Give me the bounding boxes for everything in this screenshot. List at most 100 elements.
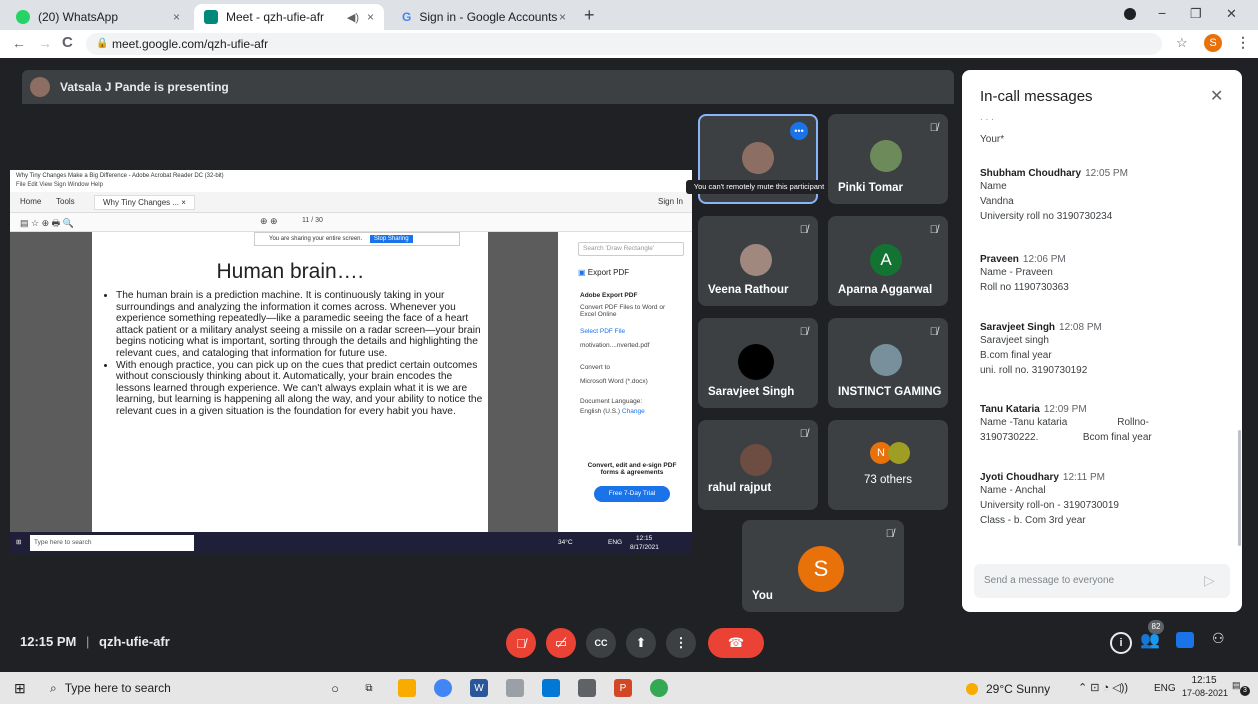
- system-tray-icons[interactable]: ⌃ ⊡ ◔ ◁)): [1078, 681, 1128, 694]
- chrome-icon[interactable]: [434, 679, 452, 697]
- message-time: 12:09 PM: [1043, 404, 1087, 415]
- task-view-icon[interactable]: ⧉: [360, 679, 378, 697]
- shared-taskbar: ⊞ Type here to search 34°C ENG 12:15 8/1…: [10, 532, 692, 554]
- activities-icon[interactable]: ⚇: [1212, 630, 1225, 647]
- browser-toolbar: ← → C 🔒 meet.google.com/qzh-ufie-afr ☆ S…: [0, 30, 1258, 59]
- record-icon[interactable]: [1124, 8, 1136, 20]
- participant-tile-pinki-tomar[interactable]: 🎙̸ Pinki Tomar: [828, 114, 948, 204]
- close-tab-icon[interactable]: ×: [559, 10, 566, 24]
- mic-toggle-button[interactable]: 🎙̸: [506, 628, 536, 658]
- captions-button[interactable]: CC: [586, 628, 616, 658]
- participant-tile-rahul-rajput[interactable]: 🎙̸ rahul rajput: [698, 420, 818, 510]
- close-chat-button[interactable]: ✕: [1210, 86, 1223, 106]
- participant-tile-you[interactable]: S 🎙̸ You: [742, 520, 904, 612]
- free-trial-button[interactable]: Free 7-Day Trial: [594, 486, 670, 502]
- address-bar[interactable]: 🔒 meet.google.com/qzh-ufie-afr: [86, 33, 1162, 55]
- leave-call-button[interactable]: ☎: [708, 628, 764, 658]
- chrome-profile-icon[interactable]: [650, 679, 668, 697]
- back-icon[interactable]: ←: [12, 35, 26, 51]
- chat-icon[interactable]: [1176, 632, 1194, 648]
- participant-tile-instinct-gaming[interactable]: 🎙̸ INSTINCT GAMING: [828, 318, 948, 408]
- change-language-link[interactable]: Change: [622, 408, 645, 415]
- windows-start-icon[interactable]: ⊞: [14, 680, 26, 697]
- new-tab-button[interactable]: +: [584, 5, 595, 26]
- star-icon[interactable]: ☆: [1176, 35, 1188, 51]
- notification-center-icon[interactable]: ▤ 3: [1232, 680, 1250, 696]
- cortana-icon[interactable]: ○: [326, 679, 344, 697]
- tab-google-signin[interactable]: G Sign in - Google Accounts ×: [392, 4, 576, 30]
- participant-tile-aparna-aggarwal[interactable]: A 🎙̸ Aparna Aggarwal: [828, 216, 948, 306]
- present-button[interactable]: ⬆: [626, 628, 656, 658]
- tool-search-input[interactable]: Search 'Draw Rectangle': [578, 242, 684, 256]
- file-explorer-icon[interactable]: [398, 679, 416, 697]
- chat-input-box[interactable]: Send a message to everyone ▷: [974, 564, 1230, 598]
- more-options-button[interactable]: ⋮: [666, 628, 696, 658]
- mic-off-icon: 🎙̸: [929, 122, 938, 134]
- acrobat-tab-home[interactable]: Home: [20, 197, 41, 206]
- input-language[interactable]: ENG: [1154, 683, 1176, 694]
- close-tab-icon[interactable]: ×: [367, 10, 374, 24]
- weather-text[interactable]: 29°C Sunny: [986, 682, 1050, 696]
- start-icon[interactable]: ⊞: [16, 538, 21, 546]
- participant-tile-veena-rathour[interactable]: 🎙̸ Veena Rathour: [698, 216, 818, 306]
- speaker-icon[interactable]: ◀): [347, 11, 359, 24]
- calculator-icon[interactable]: [542, 679, 560, 697]
- clock-date[interactable]: 17-08-2021: [1176, 688, 1234, 698]
- app-icon[interactable]: [506, 679, 524, 697]
- stop-sharing-button[interactable]: Stop Sharing: [369, 235, 413, 243]
- tab-title: Sign in - Google Accounts: [419, 10, 558, 24]
- app-icon-2[interactable]: [578, 679, 596, 697]
- acrobat-menu: File Edit View Sign Window Help: [16, 182, 103, 188]
- chat-title: In-call messages: [980, 88, 1093, 105]
- send-icon[interactable]: ▷: [1204, 572, 1215, 589]
- shared-screen[interactable]: Why Tiny Changes Make a Big Difference -…: [10, 170, 692, 554]
- participant-name: rahul rajput: [708, 482, 772, 494]
- details-separator: |: [86, 634, 90, 649]
- message-line: Saravjeet singh: [980, 335, 1049, 346]
- sharing-notice: You are sharing your entire screen. Stop…: [254, 232, 460, 246]
- export-pdf-tool[interactable]: ▣ Export PDF: [578, 268, 629, 277]
- participants-count-badge: 82: [1148, 620, 1164, 634]
- forward-icon[interactable]: →: [38, 35, 52, 51]
- participant-avatar: A: [870, 244, 902, 276]
- select-pdf-link[interactable]: Select PDF File: [580, 328, 625, 335]
- clock-time[interactable]: 12:15: [1184, 675, 1224, 686]
- participant-tile-saravjeet-singh[interactable]: 🎙̸ Saravjeet Singh: [698, 318, 818, 408]
- restore-button[interactable]: ❐: [1190, 6, 1202, 22]
- minimize-button[interactable]: −: [1158, 5, 1166, 21]
- tab-whatsapp[interactable]: (20) WhatsApp ×: [6, 4, 190, 30]
- chat-input[interactable]: Send a message to everyone: [984, 575, 1114, 586]
- tab-meet[interactable]: Meet - qzh-ufie-afr ◀) ×: [194, 4, 384, 30]
- message-line: University roll no 3190730234: [980, 211, 1113, 222]
- menu-icon[interactable]: ⋮: [1236, 34, 1250, 51]
- acrobat-tab-tools[interactable]: Tools: [56, 197, 75, 206]
- captions-icon: CC: [594, 638, 608, 648]
- acrobat-tab-document[interactable]: Why Tiny Changes ... ×: [94, 195, 195, 210]
- bullet-1: The human brain is a prediction machine.…: [116, 290, 488, 360]
- message-line: Name - Anchal: [980, 485, 1046, 496]
- reload-icon[interactable]: C: [62, 34, 73, 51]
- chat-partial-message: Your*: [980, 134, 1005, 145]
- participant-tile-others[interactable]: N 73 others: [828, 420, 948, 510]
- shared-search[interactable]: Type here to search: [30, 535, 194, 551]
- shared-lang: ENG: [608, 539, 623, 546]
- format-select[interactable]: Microsoft Word (*.docx): [580, 378, 648, 385]
- meeting-info-icon[interactable]: i: [1110, 632, 1132, 654]
- powerpoint-icon[interactable]: P: [614, 679, 632, 697]
- camera-toggle-button[interactable]: ▭̸: [546, 628, 576, 658]
- word-icon[interactable]: W: [470, 679, 488, 697]
- participant-name: Pinki Tomar: [838, 182, 903, 194]
- close-tab-icon[interactable]: ×: [173, 10, 180, 24]
- camera-off-icon: ▭̸: [554, 635, 568, 650]
- toolbar-tools-icon[interactable]: ▤ ☆ ⊕ 🖶 🔍: [20, 216, 74, 232]
- meeting-code[interactable]: qzh-ufie-afr: [99, 634, 170, 649]
- taskbar-search[interactable]: ⌕ Type here to search: [50, 681, 171, 696]
- message-sender-row: Saravjeet Singh 12:08 PM: [980, 322, 1230, 333]
- close-window-button[interactable]: ✕: [1226, 6, 1237, 22]
- chat-message: Praveen 12:06 PM Name - Praveen Roll no 1…: [980, 254, 1230, 295]
- acrobat-sign-in[interactable]: Sign In: [658, 197, 683, 206]
- chat-scrollbar[interactable]: [1238, 430, 1241, 546]
- language-value: English (U.S.): [580, 408, 621, 415]
- profile-avatar[interactable]: S: [1204, 34, 1222, 52]
- page-nav-icon[interactable]: ⊕ ⊕: [260, 216, 278, 227]
